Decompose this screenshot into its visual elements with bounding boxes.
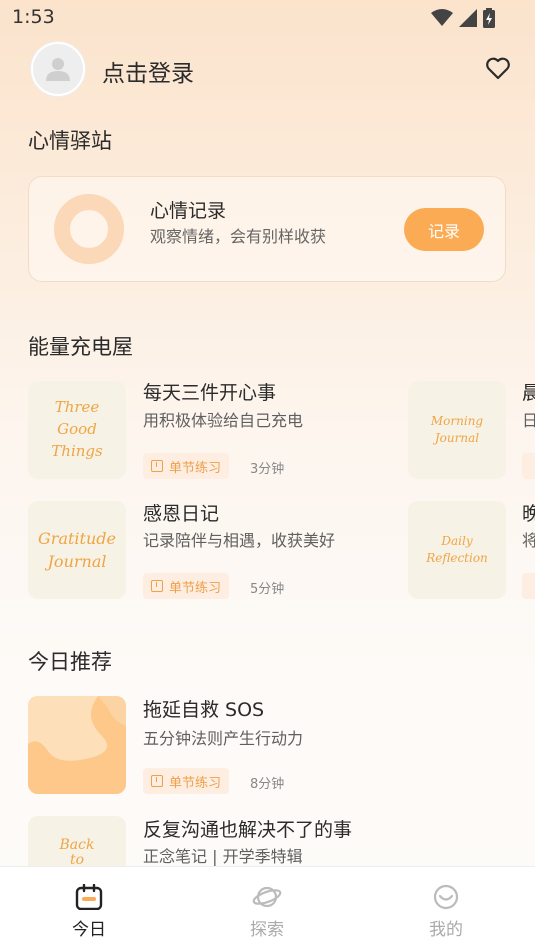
three-good-things-thumbnail[interactable]: Three Good Things [28, 381, 126, 479]
status-time: 1:53 [12, 6, 55, 28]
book-icon [151, 580, 163, 592]
practice-tag: 单节练习 [143, 453, 230, 479]
item-title[interactable]: 每天三件开心事 [143, 378, 276, 405]
duration: 5分钟 [250, 582, 285, 597]
book-icon [151, 460, 163, 472]
user-icon [46, 58, 70, 81]
item-title[interactable]: 感恩日记 [143, 499, 219, 526]
tab-label: 今日 [72, 920, 106, 940]
thumb-line: Back [59, 837, 95, 853]
practice-tag: 单节练习 [143, 768, 230, 794]
tag-label: 单节练习 [169, 580, 222, 596]
avatar[interactable] [31, 42, 85, 96]
tab-explore[interactable]: 探索 [227, 884, 307, 940]
back-to-thumbnail[interactable]: Back to [28, 816, 126, 866]
thumb-line: Reflection [426, 551, 488, 565]
item-title[interactable]: 晨 [522, 378, 535, 405]
abstract-art-icon [28, 696, 126, 794]
thumb-line: Journal [47, 552, 107, 571]
tag-label: 单节练习 [169, 775, 222, 791]
smiley-icon [433, 884, 459, 910]
practice-tag [522, 573, 535, 599]
energy-section-title: 能量充电屋 [28, 335, 133, 359]
procrastination-thumbnail[interactable] [28, 696, 126, 794]
planet-icon [252, 886, 282, 908]
item-title[interactable]: 拖延自救 SOS [143, 695, 264, 722]
record-button[interactable]: 记录 [404, 208, 484, 251]
thumb-line: Daily [441, 533, 473, 548]
thumb-line: to [69, 852, 85, 866]
battery-icon [483, 8, 495, 28]
tab-label: 我的 [429, 920, 463, 940]
calendar-icon [75, 884, 103, 910]
thumb-line: Journal [434, 431, 480, 445]
item-subtitle: 记录陪伴与相遇，收获美好 [143, 531, 336, 550]
thumb-line: Things [51, 441, 103, 460]
wifi-icon [431, 9, 453, 26]
tab-mine[interactable]: 我的 [406, 884, 486, 940]
favorite-heart-icon[interactable] [485, 56, 511, 80]
item-subtitle: 五分钟法则产生行动力 [143, 729, 304, 748]
mood-card-subtitle: 观察情绪，会有别样收获 [150, 227, 327, 246]
item-subtitle: 日 [522, 411, 535, 430]
daily-reflection-thumbnail[interactable]: Daily Reflection [408, 501, 506, 599]
tab-label: 探索 [250, 920, 284, 940]
practice-tag: 单节练习 [143, 573, 230, 599]
duration: 8分钟 [250, 777, 285, 792]
practice-tag [522, 453, 535, 479]
thumb-line: Three [54, 398, 100, 417]
mood-section-title: 心情驿站 [28, 129, 112, 153]
item-title[interactable]: 晚 [522, 499, 535, 526]
thumb-line: Gratitude [38, 528, 116, 548]
item-title[interactable]: 反复沟通也解决不了的事 [143, 815, 352, 842]
tab-today[interactable]: 今日 [49, 884, 129, 940]
gratitude-journal-thumbnail[interactable]: Gratitude Journal [28, 501, 126, 599]
duration: 3分钟 [250, 462, 285, 477]
mood-card-title: 心情记录 [150, 200, 227, 222]
book-icon [151, 775, 163, 787]
signal-icon [459, 9, 477, 27]
item-subtitle: 将 [522, 531, 535, 550]
today-section-title: 今日推荐 [28, 650, 112, 674]
mood-ring-icon [54, 194, 124, 264]
tag-label: 单节练习 [169, 460, 222, 476]
morning-journal-thumbnail[interactable]: Morning Journal [408, 381, 506, 479]
item-subtitle: 正念笔记 | 开学季特辑 [143, 847, 303, 866]
status-icons [431, 8, 495, 28]
thumb-line: Morning [430, 413, 484, 428]
login-link[interactable]: 点击登录 [102, 54, 194, 88]
thumb-line: Good [57, 420, 97, 439]
item-subtitle: 用积极体验给自己充电 [143, 411, 304, 430]
